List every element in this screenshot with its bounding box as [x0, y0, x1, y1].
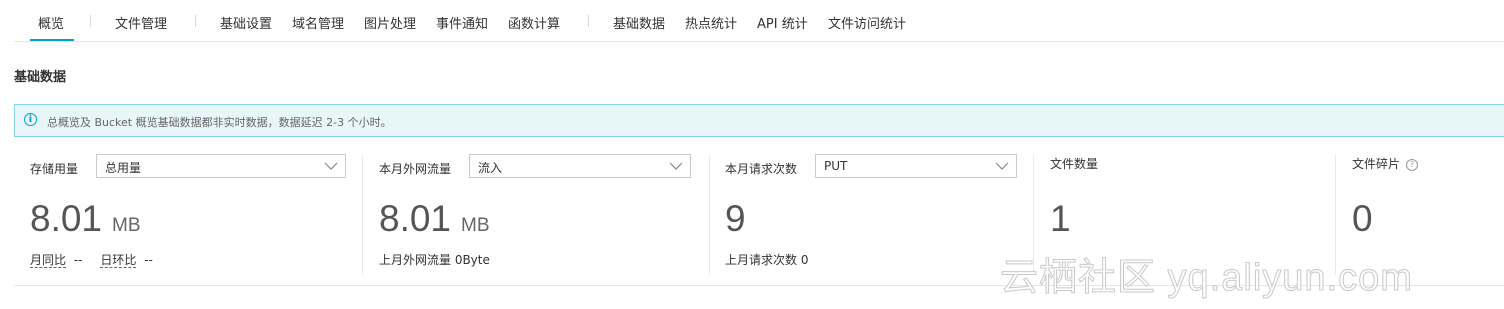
tab-bar-divider [14, 41, 1504, 42]
watermark: 云栖社区 yq.aliyun.com [1000, 257, 1413, 300]
mom-label[interactable]: 日环比 [100, 253, 137, 268]
request-method-select[interactable]: PUT [815, 154, 1017, 178]
tab-event-notification[interactable]: 事件通知 [436, 13, 488, 32]
card-divider [709, 155, 710, 275]
card-divider [362, 155, 363, 275]
storage-unit: MB [112, 215, 141, 236]
info-icon: i [24, 113, 37, 126]
traffic-label: 本月外网流量 [379, 162, 452, 176]
files-label: 文件数量 [1050, 157, 1099, 171]
storage-select-value: 总用量 [105, 161, 142, 175]
requests-label: 本月请求次数 [725, 162, 798, 176]
storage-value: 8.01 MB [30, 198, 141, 240]
question-circle-icon[interactable]: ? [1406, 159, 1419, 171]
fragments-value: 0 [1352, 198, 1373, 239]
yoy-value: -- [73, 253, 83, 267]
yoy-label[interactable]: 月同比 [30, 253, 67, 268]
files-value: 1 [1050, 198, 1071, 239]
tab-domain-management[interactable]: 域名管理 [292, 13, 344, 32]
chevron-down-icon [669, 162, 683, 170]
tab-api-stats[interactable]: API 统计 [757, 13, 808, 32]
storage-compare: 月同比 -- 日环比 -- [30, 251, 153, 268]
requests-select-value: PUT [824, 159, 848, 173]
requests-value: 9 [725, 198, 746, 239]
traffic-unit: MB [461, 215, 490, 236]
traffic-direction-select[interactable]: 流入 [469, 154, 691, 178]
traffic-last-month: 上月外网流量 0Byte [379, 253, 490, 267]
storage-number: 8.01 [30, 198, 103, 239]
notice-banner: i 总概览及 Bucket 概览基础数据都非实时数据，数据延迟 2-3 个小时。 [14, 104, 1504, 137]
fragments-label: 文件碎片 [1352, 157, 1401, 171]
chevron-down-icon [995, 162, 1009, 170]
fragments-label-wrap: 文件碎片? [1352, 155, 1419, 172]
tab-file-access-stats[interactable]: 文件访问统计 [828, 13, 906, 32]
chevron-down-icon [324, 162, 338, 170]
requests-last-month: 上月请求次数 0 [725, 253, 809, 267]
notice-text: 总概览及 Bucket 概览基础数据都非实时数据，数据延迟 2-3 个小时。 [47, 116, 392, 129]
top-tab-bar: 概览 文件管理 基础设置 域名管理 图片处理 事件通知 函数计算 基础数据 热点… [0, 0, 1504, 42]
traffic-select-value: 流入 [478, 161, 503, 175]
tab-separator [195, 15, 196, 27]
tab-basic-data[interactable]: 基础数据 [613, 13, 665, 32]
storage-type-select[interactable]: 总用量 [96, 154, 346, 178]
tab-hotspot-stats[interactable]: 热点统计 [685, 13, 737, 32]
tab-file-management[interactable]: 文件管理 [115, 13, 167, 32]
tab-overview[interactable]: 概览 [38, 13, 64, 32]
tab-image-processing[interactable]: 图片处理 [364, 13, 416, 32]
storage-label: 存储用量 [30, 162, 79, 176]
tab-function-compute[interactable]: 函数计算 [508, 13, 560, 32]
section-title: 基础数据 [14, 70, 67, 85]
mom-value: -- [144, 253, 153, 267]
traffic-number: 8.01 [379, 198, 452, 239]
tab-separator [588, 15, 589, 27]
tab-separator [90, 15, 91, 27]
tab-basic-settings[interactable]: 基础设置 [220, 13, 272, 32]
traffic-value: 8.01 MB [379, 198, 490, 240]
